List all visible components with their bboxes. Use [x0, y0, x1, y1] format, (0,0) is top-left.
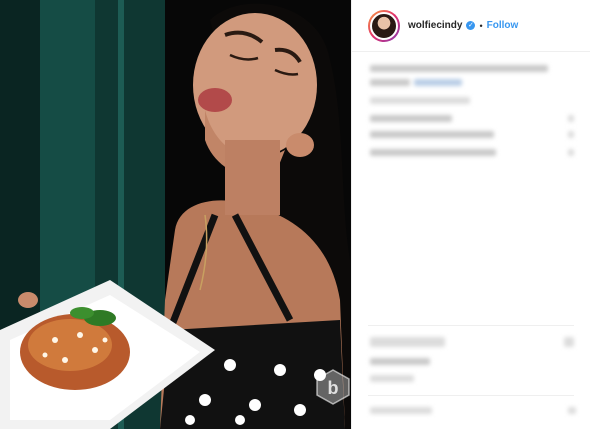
add-comment-input: [370, 407, 432, 414]
watermark-logo: b: [314, 368, 352, 406]
post-sidebar: wolfiecindy ✓ • Follow: [351, 0, 590, 429]
comment-like-icon: [568, 149, 574, 156]
comments-section: [352, 0, 590, 429]
comment-like-icon: [568, 131, 574, 138]
comment-line: [370, 149, 496, 156]
likes-count: [370, 358, 430, 365]
divider: [368, 395, 574, 396]
divider: [368, 325, 574, 326]
post-date: [370, 375, 414, 382]
caption-line: [370, 65, 548, 72]
post-photo[interactable]: [0, 0, 351, 429]
caption-timestamp: [370, 97, 470, 104]
comment-line: [370, 131, 494, 138]
comment-like-icon: [568, 115, 574, 122]
photo-image: [0, 0, 351, 429]
comment-line: [370, 115, 452, 122]
watermark-letter: b: [328, 378, 339, 398]
caption-mention: [414, 79, 462, 86]
action-icons: [370, 337, 445, 347]
caption-line: [370, 79, 410, 86]
post-button: [568, 407, 576, 414]
bookmark-icon: [564, 337, 574, 347]
